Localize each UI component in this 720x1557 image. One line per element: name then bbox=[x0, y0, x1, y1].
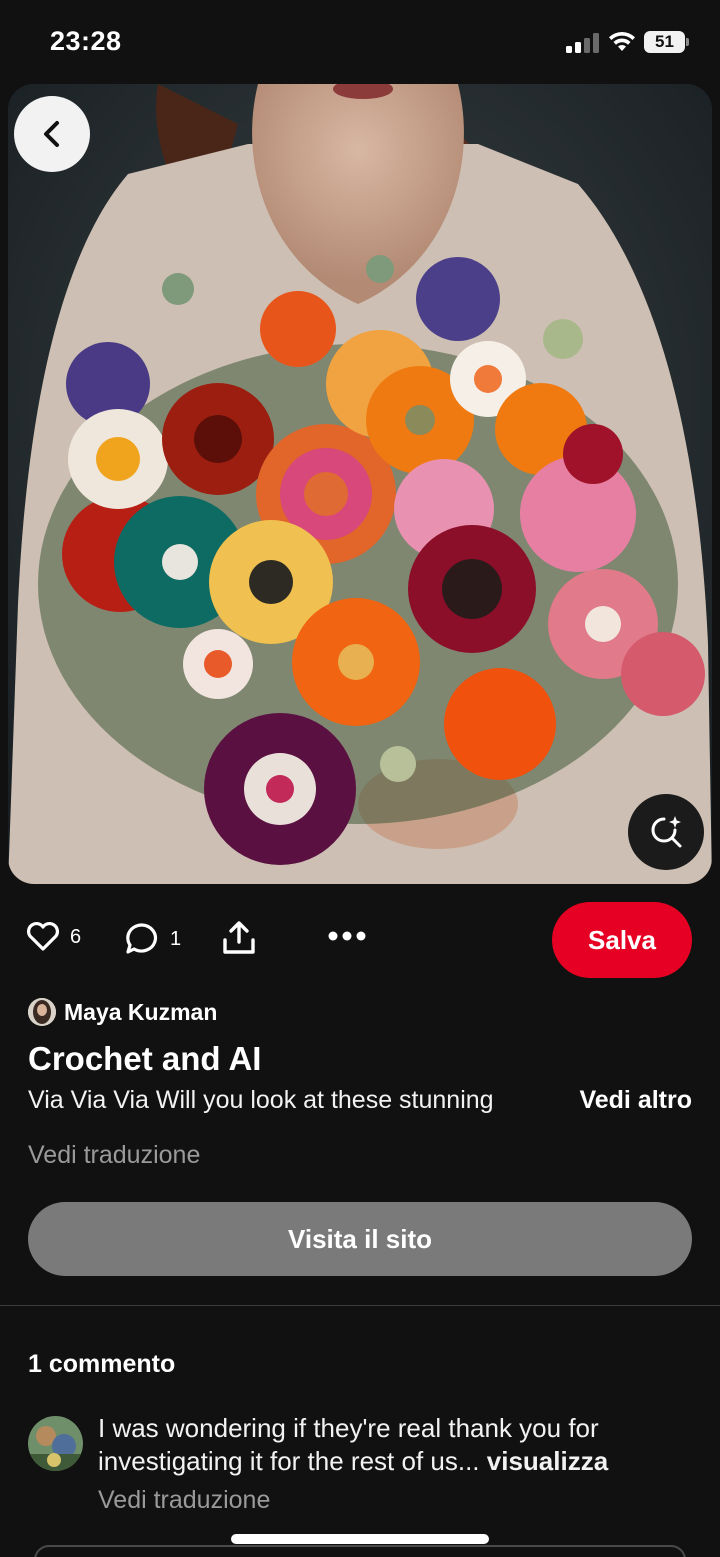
back-button[interactable] bbox=[14, 96, 90, 172]
commenter-avatar[interactable] bbox=[28, 1416, 83, 1471]
visit-site-button[interactable]: Visita il sito bbox=[28, 1202, 692, 1276]
battery-icon: 51 bbox=[644, 31, 690, 53]
comment-count: 1 bbox=[170, 927, 182, 950]
visual-search-button[interactable] bbox=[628, 794, 704, 870]
battery-level: 51 bbox=[644, 31, 685, 53]
pin-title: Crochet and AI bbox=[28, 1040, 262, 1077]
comment-icon bbox=[126, 923, 158, 954]
share-icon bbox=[223, 921, 255, 954]
pin-description: Via Via Via Will you look at these stunn… bbox=[28, 1086, 494, 1114]
lens-search-icon bbox=[651, 816, 682, 848]
author[interactable]: Maya Kuzman bbox=[28, 998, 217, 1026]
save-button[interactable]: Salva bbox=[552, 902, 692, 978]
comment-input[interactable] bbox=[34, 1545, 686, 1557]
divider bbox=[0, 1305, 720, 1306]
comments-heading: 1 commento bbox=[28, 1350, 176, 1378]
comment-translate-link[interactable]: Vedi traduzione bbox=[98, 1486, 270, 1515]
more-icon bbox=[328, 931, 366, 941]
share-button[interactable] bbox=[222, 920, 256, 956]
translate-link[interactable]: Vedi traduzione bbox=[28, 1141, 200, 1170]
comment-button[interactable]: 1 bbox=[124, 922, 181, 956]
status-time: 23:28 bbox=[50, 26, 122, 56]
like-button[interactable]: 6 bbox=[26, 922, 81, 952]
author-name: Maya Kuzman bbox=[64, 998, 218, 1025]
home-indicator bbox=[231, 1534, 489, 1544]
chevron-left-icon bbox=[44, 121, 59, 147]
more-options-button[interactable] bbox=[328, 930, 366, 942]
see-more-link[interactable]: Vedi altro bbox=[579, 1086, 692, 1115]
status-bar: 23:28 51 bbox=[0, 0, 720, 84]
comment-body: I was wondering if they're real thank yo… bbox=[98, 1412, 698, 1478]
comment-view-more-link[interactable]: visualizza bbox=[487, 1446, 608, 1476]
signal-icon bbox=[566, 33, 599, 53]
action-row: 6 1 Salva bbox=[0, 900, 720, 980]
author-avatar bbox=[28, 998, 56, 1026]
heart-icon bbox=[27, 922, 59, 951]
pin-image[interactable] bbox=[8, 84, 712, 884]
description-row: Via Via Via Will you look at these stunn… bbox=[28, 1086, 692, 1120]
like-count: 6 bbox=[70, 925, 82, 948]
wifi-icon bbox=[609, 31, 635, 51]
